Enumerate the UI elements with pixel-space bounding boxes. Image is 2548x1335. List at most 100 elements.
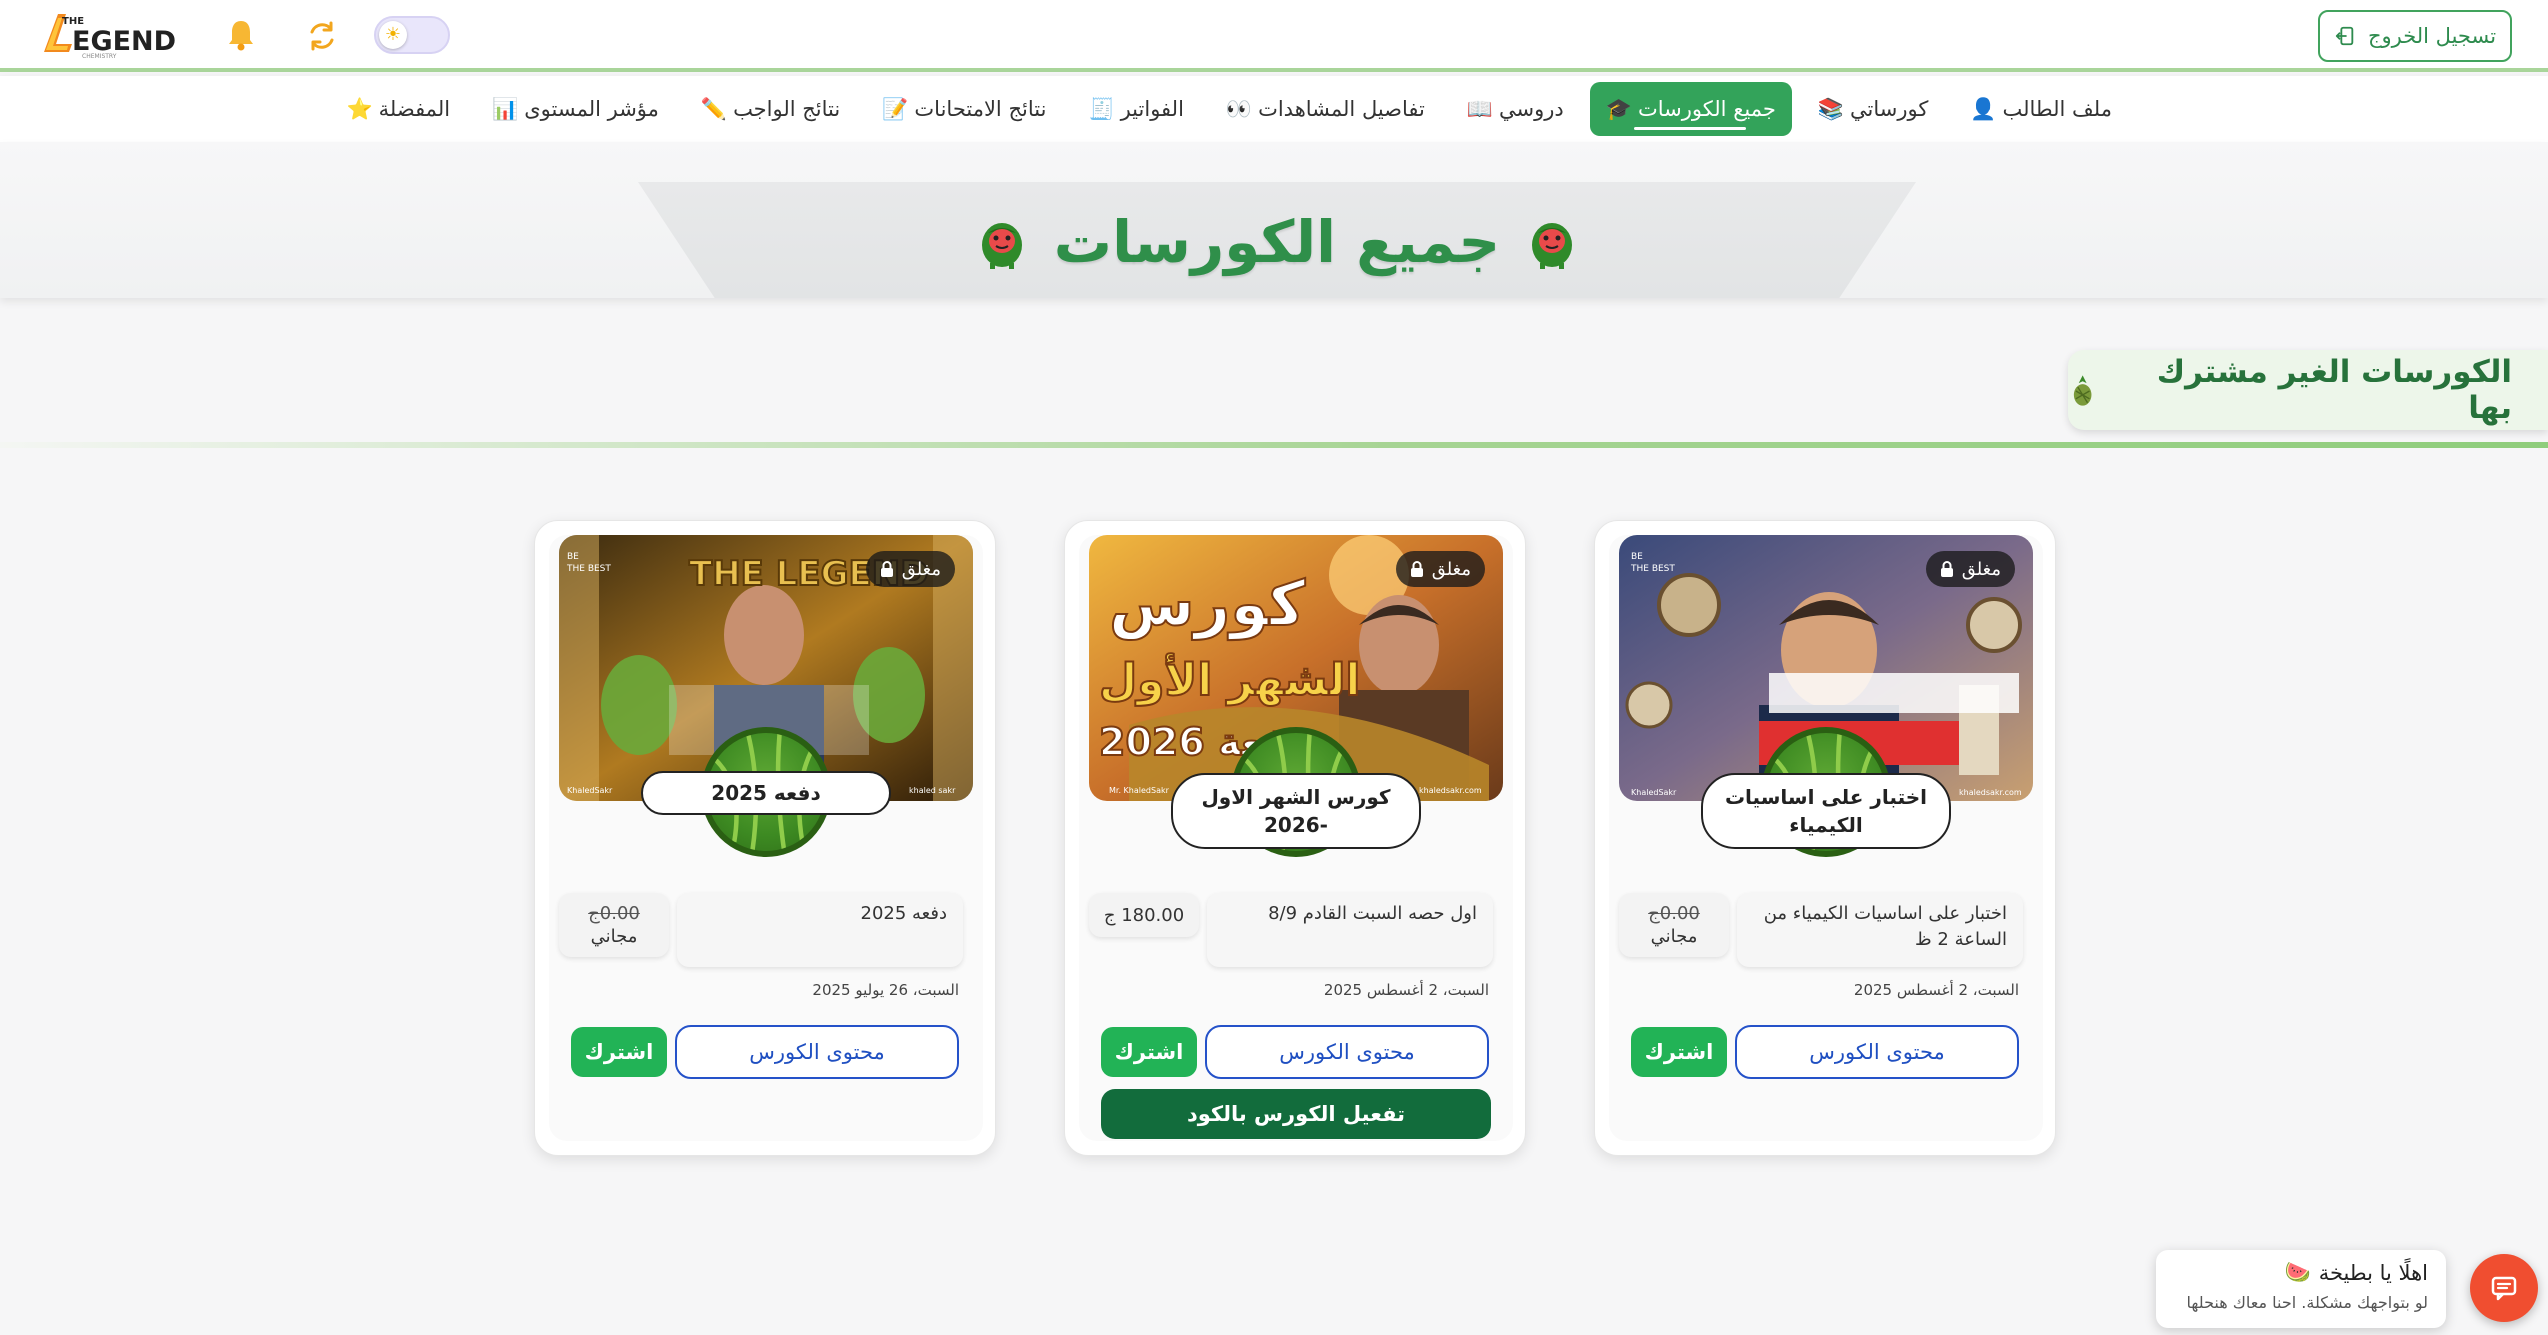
course-description: اول حصه السبت القادم 8/9 xyxy=(1207,893,1493,967)
locked-label: مغلق xyxy=(901,558,941,580)
svg-text:khaledsakr.com: khaledsakr.com xyxy=(1419,786,1482,795)
user-icon: 👤 xyxy=(1970,96,1997,121)
course-date: السبت، 26 يوليو 2025 xyxy=(812,981,959,999)
watermelon-icon xyxy=(981,223,1022,269)
course-content-button[interactable]: محتوى الكورس xyxy=(1205,1025,1489,1079)
svg-text:الشهر الأول: الشهر الأول xyxy=(1099,653,1361,706)
course-description: اختبار على اساسيات الكيمياء من الساعة 2 … xyxy=(1737,893,2023,967)
receipt-icon: 🧾 xyxy=(1088,96,1115,121)
svg-text:BE: BE xyxy=(1631,552,1643,562)
locked-badge: مغلق xyxy=(865,551,955,587)
section-title: الكورسات الغير مشترك بها xyxy=(2156,354,2512,426)
nav-item-view-details[interactable]: 👀 تفاصيل المشاهدات xyxy=(1210,82,1441,136)
chat-greeting: 🍉 اهلًا يا بطيخة xyxy=(2174,1260,2428,1285)
nav-item-label: مؤشر المستوى xyxy=(524,97,659,121)
svg-text:THE BEST: THE BEST xyxy=(1630,564,1675,574)
site-logo[interactable]: THE EGEND CHEMISTRY xyxy=(36,8,186,60)
watermelon-emoji-icon: 🍉 xyxy=(2284,1260,2311,1284)
nav-item-label: دروسي xyxy=(1499,97,1564,121)
pencil-icon: ✏️ xyxy=(700,96,728,121)
bar-chart-icon: 📊 xyxy=(492,96,519,121)
svg-text:كورس: كورس xyxy=(1109,567,1306,640)
nav-item-label: نتائج الواجب xyxy=(733,97,841,121)
course-card: THE LEGEND BE THE BEST KhaledSakr khaled… xyxy=(534,520,996,1156)
course-content-button[interactable]: محتوى الكورس xyxy=(675,1025,959,1079)
course-title: اختبار على اساسيات الكيمياء xyxy=(1701,773,1951,849)
svg-text:khaledsakr.com: khaledsakr.com xyxy=(1959,788,2022,797)
locked-label: مغلق xyxy=(1961,558,2001,580)
course-title: دفعه 2025 xyxy=(641,771,891,815)
course-content-button[interactable]: محتوى الكورس xyxy=(1735,1025,2019,1079)
page-title: جميع الكورسات xyxy=(1053,208,1501,276)
course-price: 0.00ج مجاني xyxy=(1619,893,1729,957)
course-description: دفعه 2025 xyxy=(677,893,963,967)
refresh-icon[interactable] xyxy=(302,16,342,56)
svg-text:khaled sakr: khaled sakr xyxy=(909,786,956,795)
nav-item-my-lessons[interactable]: 📖 دروسي xyxy=(1451,82,1580,136)
watermelon-icon xyxy=(1532,223,1573,269)
subscribe-button[interactable]: اشترك xyxy=(1101,1027,1197,1077)
course-card-body: كورس الشهر الأول دفعة 2026 Mr. KhaledSak… xyxy=(1079,535,1513,1141)
svg-text:BE: BE xyxy=(567,552,579,562)
svg-text:KhaledSakr: KhaledSakr xyxy=(1631,788,1677,797)
lock-icon xyxy=(1410,561,1423,577)
locked-badge: مغلق xyxy=(1395,551,1485,587)
chat-greeting-bubble[interactable]: 🍉 اهلًا يا بطيخة لو بتواجهك مشكلة. احنا … xyxy=(2156,1250,2446,1328)
sun-icon: ☀ xyxy=(379,21,407,49)
locked-badge: مغلق xyxy=(1925,551,2015,587)
course-card: كورس الشهر الأول دفعة 2026 Mr. KhaledSak… xyxy=(1064,520,1526,1156)
logout-button[interactable]: تسجيل الخروج xyxy=(2318,10,2512,62)
lock-icon xyxy=(1940,561,1953,577)
lock-icon xyxy=(880,561,893,577)
nav-item-homework-results[interactable]: ✏️ نتائج الواجب xyxy=(685,82,856,136)
price-original: 0.00ج xyxy=(1648,903,1700,924)
locked-label: مغلق xyxy=(1431,558,1471,580)
subscribe-button[interactable]: اشترك xyxy=(571,1027,667,1077)
course-price: 180.00 ج xyxy=(1089,893,1199,937)
nav-item-label: ملف الطالب xyxy=(2002,97,2113,121)
bell-icon[interactable] xyxy=(226,18,256,52)
logout-label: تسجيل الخروج xyxy=(2367,24,2497,48)
section-header: الكورسات الغير مشترك بها xyxy=(2068,350,2548,430)
nav-item-invoices[interactable]: 🧾 الفواتير xyxy=(1072,82,1199,136)
nav-item-my-courses[interactable]: 📚 كورساتي xyxy=(1802,82,1945,136)
svg-text:THE BEST: THE BEST xyxy=(566,564,611,574)
open-book-icon: 📖 xyxy=(1466,96,1494,121)
course-date: السبت، 2 أغسطس 2025 xyxy=(1853,981,2019,999)
nav-item-all-courses[interactable]: 🎓 جميع الكورسات xyxy=(1589,82,1792,136)
star-icon: ⭐ xyxy=(346,96,373,121)
chat-button[interactable] xyxy=(2470,1254,2538,1322)
top-bar: THE EGEND CHEMISTRY ☀ تسجيل الخروج xyxy=(0,0,2548,72)
logout-icon xyxy=(2335,26,2354,46)
nav-item-level-indicator[interactable]: 📊 مؤشر المستوى xyxy=(476,82,675,136)
subscribe-button[interactable]: اشترك xyxy=(1631,1027,1727,1077)
course-title: كورس الشهر الاول -2026 xyxy=(1171,773,1421,849)
price-original: 0.00ج xyxy=(588,903,640,924)
main-nav: 👤 ملف الطالب 📚 كورساتي 🎓 جميع الكورسات 📖… xyxy=(0,76,2548,142)
course-card-body: BE THE BEST KhaledSakr khaledsakr.com مغ… xyxy=(1609,535,2043,1141)
nav-item-student-profile[interactable]: 👤 ملف الطالب xyxy=(1954,82,2128,136)
nav-item-label: المفضلة xyxy=(378,97,451,121)
nav-item-label: نتائج الامتحانات xyxy=(914,97,1047,121)
memo-icon: 📝 xyxy=(882,96,909,121)
chat-subtext: لو بتواجهك مشكلة. احنا معاك هنحلها xyxy=(2186,1293,2428,1312)
nav-item-label: الفواتير xyxy=(1120,97,1184,121)
course-card-body: THE LEGEND BE THE BEST KhaledSakr khaled… xyxy=(549,535,983,1141)
nav-item-label: جميع الكورسات xyxy=(1637,97,1776,121)
price-label: مجاني xyxy=(590,926,638,947)
chat-icon xyxy=(2491,1276,2517,1301)
nav-items: 👤 ملف الطالب 📚 كورساتي 🎓 جميع الكورسات 📖… xyxy=(330,82,2128,136)
nav-item-exam-results[interactable]: 📝 نتائج الامتحانات xyxy=(866,82,1062,136)
nav-item-label: تفاصيل المشاهدات xyxy=(1258,97,1425,121)
course-card: BE THE BEST KhaledSakr khaledsakr.com مغ… xyxy=(1594,520,2056,1156)
svg-text:Mr. KhaledSakr: Mr. KhaledSakr xyxy=(1109,786,1170,795)
nav-item-label: كورساتي xyxy=(1850,97,1929,121)
chat-greeting-text: اهلًا يا بطيخة xyxy=(2318,1260,2428,1285)
svg-text:CHEMISTRY: CHEMISTRY xyxy=(82,53,117,60)
course-price: 0.00ج مجاني xyxy=(559,893,669,957)
activate-with-code-button[interactable]: تفعيل الكورس بالكود xyxy=(1101,1089,1491,1139)
nav-item-favorites[interactable]: ⭐ المفضلة xyxy=(330,82,466,136)
theme-toggle[interactable]: ☀ xyxy=(374,16,450,54)
svg-text:KhaledSakr: KhaledSakr xyxy=(567,786,613,795)
graduation-cap-icon: 🎓 xyxy=(1605,96,1632,121)
